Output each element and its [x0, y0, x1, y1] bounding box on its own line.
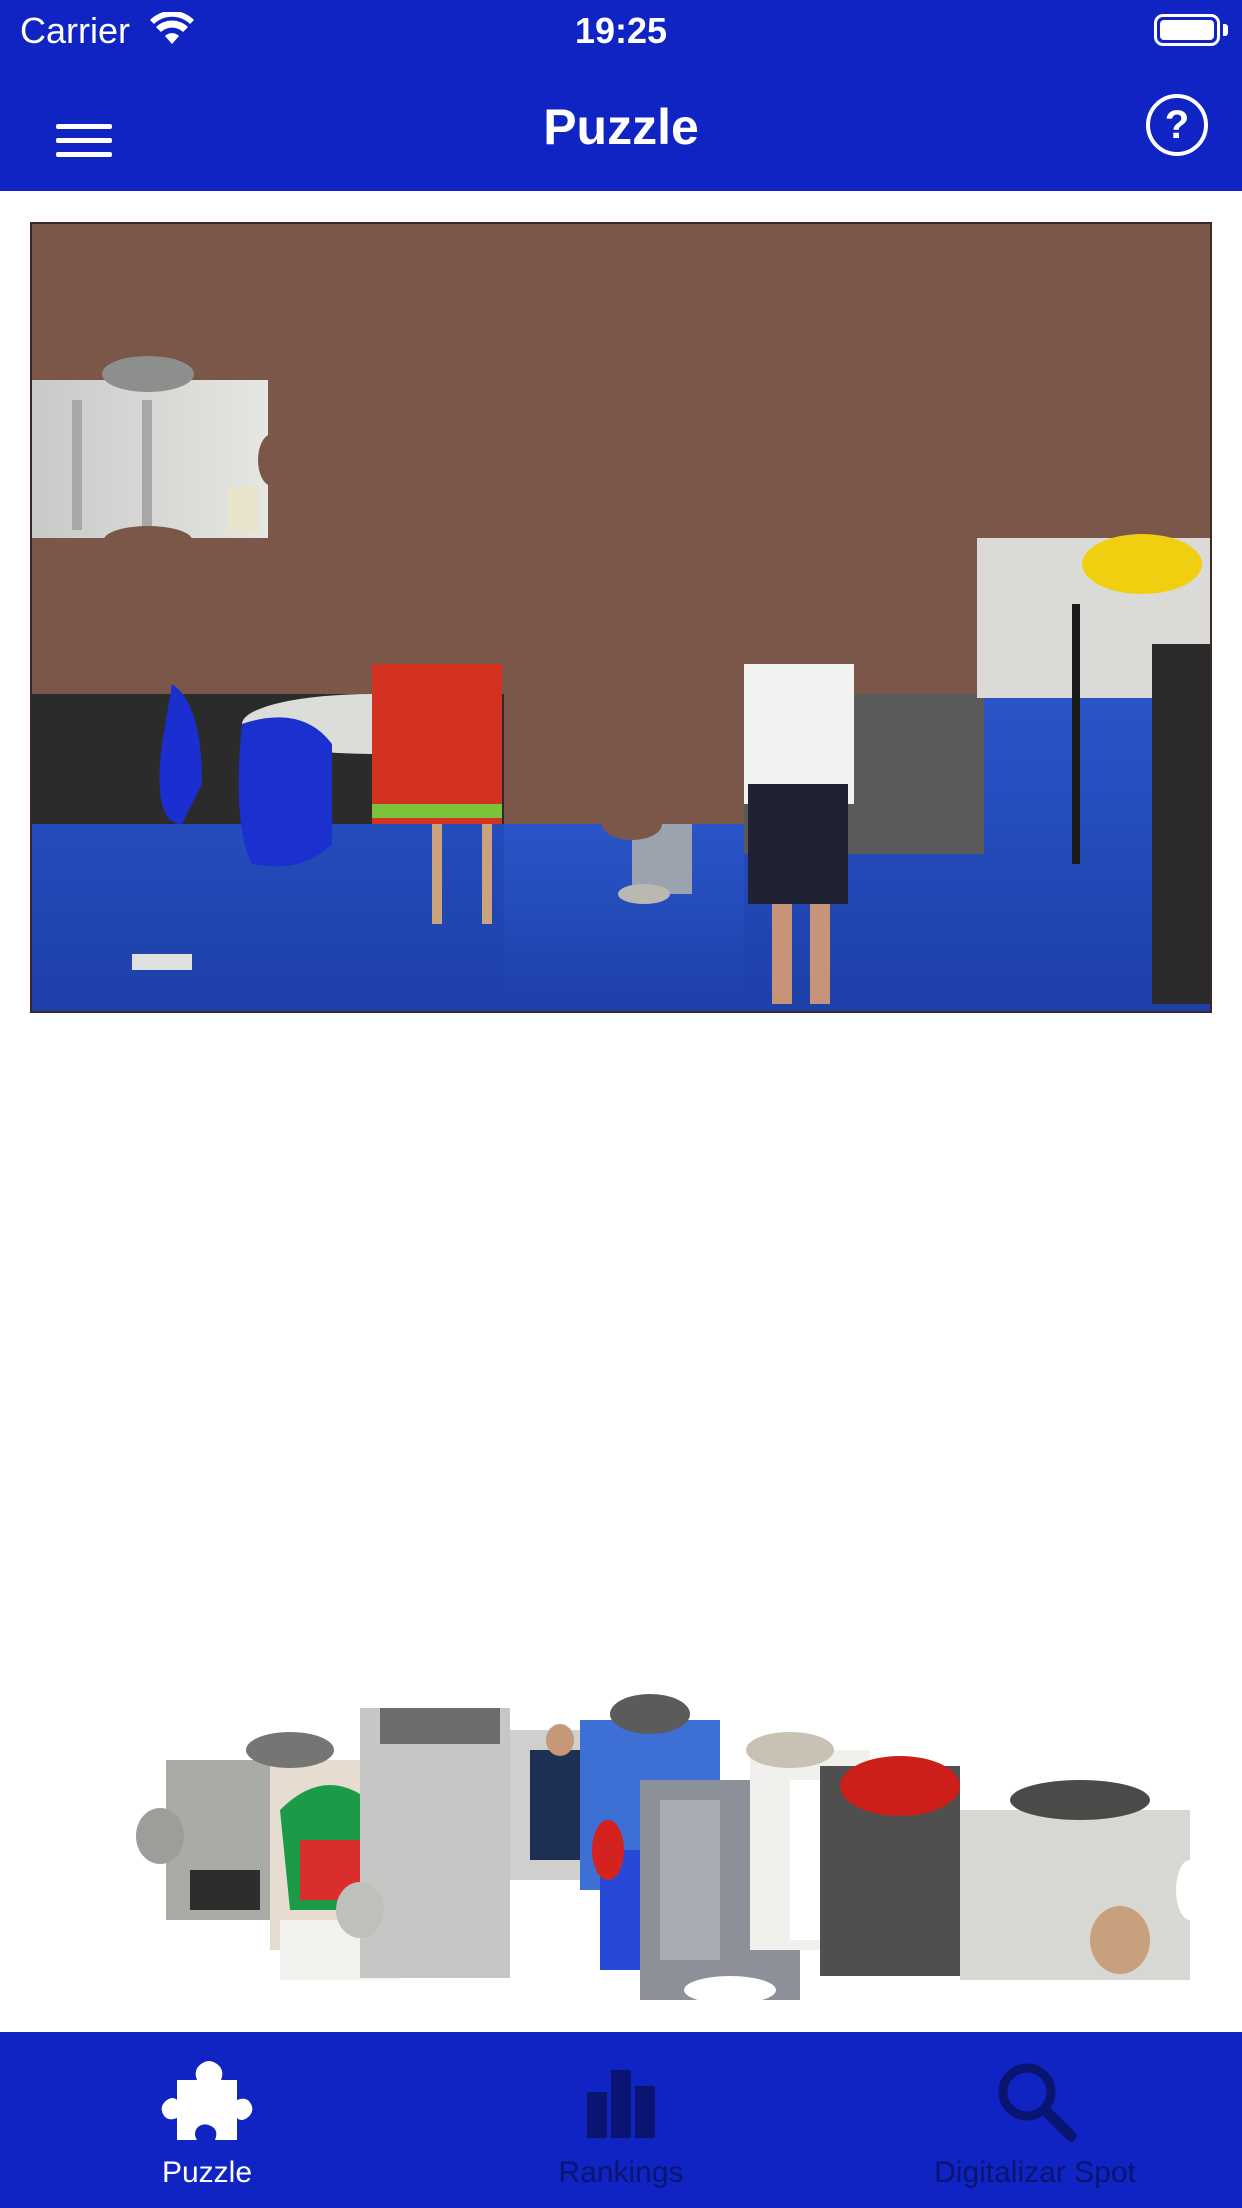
puzzle-piece[interactable]: [960, 1780, 1204, 1980]
tab-digitalizar-spot[interactable]: Digitalizar Spot: [828, 2032, 1242, 2208]
clock: 19:25: [574, 10, 668, 51]
tab-rankings[interactable]: Rankings: [414, 2032, 828, 2208]
loose-pieces: [136, 1694, 1204, 2004]
placed-piece-bottom-left: [32, 664, 504, 1011]
placed-piece-top-left: [32, 356, 286, 554]
puzzle-board-canvas: [32, 356, 1210, 1011]
puzzle-piece[interactable]: [820, 1756, 960, 1976]
tab-puzzle[interactable]: Puzzle: [0, 2032, 414, 2208]
placed-piece-bottom-right: [744, 534, 1210, 1011]
navigation-bar: Puzzle ?: [0, 62, 1242, 191]
tab-digitalizar-spot-label: Digitalizar Spot: [934, 2156, 1136, 2189]
pieces-tray[interactable]: [130, 1690, 1204, 2010]
puzzle-board[interactable]: [30, 222, 1212, 1013]
puzzle-piece[interactable]: [336, 1708, 510, 1978]
search-icon: [998, 2063, 1077, 2142]
placed-piece-bottom-middle: [504, 694, 744, 1011]
tab-bar: Puzzle Rankings Digitalizar Spot: [0, 2032, 1242, 2208]
battery-icon: [1154, 14, 1220, 46]
tab-puzzle-label: Puzzle: [161, 2156, 253, 2189]
puzzle-piece[interactable]: [136, 1760, 286, 1920]
status-bar: Carrier 19:25: [0, 0, 1242, 62]
bar-chart-icon: [587, 2070, 655, 2138]
question-circle-icon: ?: [1164, 103, 1190, 147]
puzzle-piece-icon: [161, 2061, 253, 2140]
top-bar: Carrier 19:25 Puzzle ?: [0, 0, 1242, 191]
page-title: Puzzle: [543, 99, 699, 155]
battery-tip: [1223, 24, 1228, 36]
help-button[interactable]: ?: [1146, 94, 1208, 156]
tab-rankings-label: Rankings: [558, 2156, 684, 2189]
